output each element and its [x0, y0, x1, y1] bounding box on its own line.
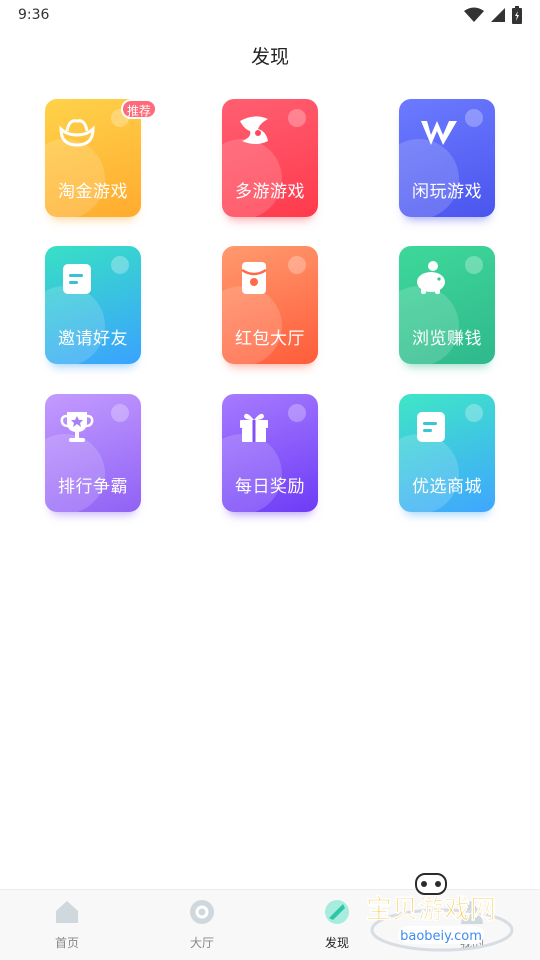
wifi-icon: [464, 7, 484, 22]
tile-label: 淘金游戏: [58, 182, 128, 202]
tile-label: 优选商城: [412, 477, 482, 497]
document-icon: [417, 412, 445, 442]
tile-red-packet-hall[interactable]: 红包大厅: [222, 246, 318, 364]
tile-label: 闲玩游戏: [412, 182, 482, 202]
battery-icon: [512, 6, 522, 24]
status-icons: [464, 6, 522, 24]
tile-ranking[interactable]: 排行争霸: [45, 394, 141, 512]
tile-decoration: [288, 109, 306, 127]
discover-icon: [325, 900, 349, 924]
trophy-icon: [60, 412, 94, 442]
tile-invite-friends[interactable]: 邀请好友: [45, 246, 141, 364]
tile-decoration: [111, 404, 129, 422]
tile-duoyou-game[interactable]: 多游游戏: [222, 99, 318, 217]
tab-label: 首页: [54, 936, 79, 950]
status-bar: 9:36: [0, 0, 540, 30]
tile-select-mall[interactable]: 优选商城: [399, 394, 495, 512]
gold-ingot-icon: [59, 119, 95, 147]
tile-label: 红包大厅: [235, 329, 305, 349]
piggy-bank-icon: [417, 261, 445, 294]
hall-icon: [190, 900, 214, 924]
tab-hall[interactable]: 大厅: [162, 898, 242, 951]
tab-home[interactable]: 首页: [27, 898, 107, 951]
tile-decoration: [465, 109, 483, 127]
tile-decoration: [465, 404, 483, 422]
tile-decoration: [465, 256, 483, 274]
red-envelope-icon: [241, 262, 267, 294]
watermark-logo: 宝贝游戏网 baobeiy.com: [360, 868, 530, 956]
watermark-url: baobeiy.com: [400, 929, 482, 944]
tile-decoration: [288, 404, 306, 422]
tile-label: 邀请好友: [58, 329, 128, 349]
tile-daily-reward[interactable]: 每日奖励: [222, 394, 318, 512]
tile-label: 浏览赚钱: [412, 329, 482, 349]
tile-browse-earn[interactable]: 浏览赚钱: [399, 246, 495, 364]
recommend-badge: 推荐: [121, 99, 157, 119]
cell-signal-icon: [491, 8, 505, 22]
gift-icon: [240, 413, 268, 442]
tab-label: 大厅: [189, 936, 214, 950]
tile-label: 排行争霸: [58, 477, 128, 497]
fish-logo-icon: [240, 116, 268, 144]
tile-label: 每日奖励: [235, 477, 305, 497]
tile-xianwan-game[interactable]: 闲玩游戏: [399, 99, 495, 217]
w-logo-icon: [421, 121, 457, 145]
watermark-title: 宝贝游戏网: [366, 894, 496, 925]
tile-decoration: [111, 256, 129, 274]
tile-label: 多游游戏: [235, 182, 305, 202]
tile-decoration: [288, 256, 306, 274]
page-title: 发现: [250, 46, 289, 68]
status-time: 9:36: [18, 7, 50, 23]
document-icon: [63, 264, 91, 294]
home-icon: [56, 901, 78, 923]
watermark-graphic: 宝贝游戏网 baobeiy.com: [366, 873, 514, 952]
